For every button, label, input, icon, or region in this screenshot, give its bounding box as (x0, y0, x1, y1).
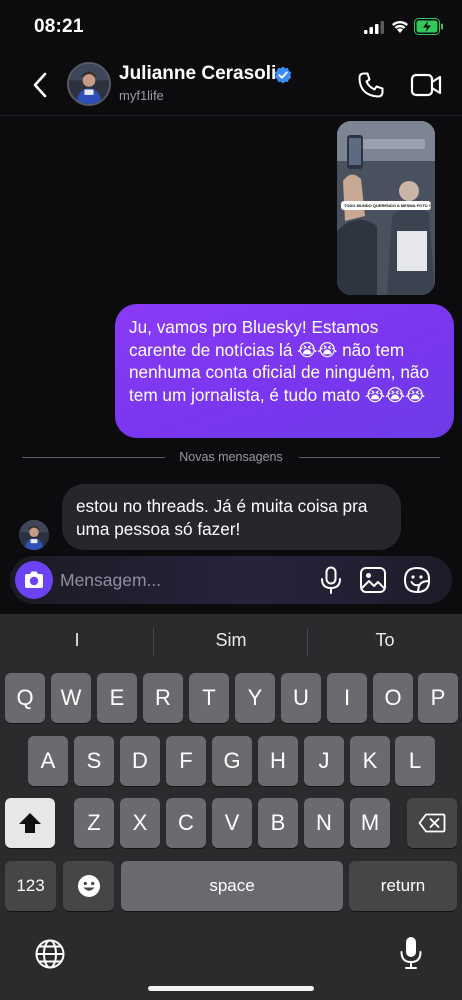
numbers-key-label: 123 (16, 876, 45, 895)
key-b[interactable]: B (258, 798, 298, 848)
camera-icon (25, 571, 43, 588)
emoji-key[interactable] (63, 861, 114, 911)
camera-button[interactable] (15, 561, 53, 599)
microphone-icon (321, 566, 341, 594)
return-key[interactable]: return (349, 861, 457, 911)
key-d[interactable]: D (120, 736, 160, 786)
suggestion-1[interactable]: I (0, 630, 154, 651)
space-key-label: space (209, 876, 255, 895)
suggestion-2[interactable]: Sim (154, 630, 308, 651)
cellular-signal-icon (364, 21, 384, 34)
home-indicator[interactable] (148, 986, 314, 991)
key-y[interactable]: Y (235, 673, 275, 723)
chat-header: Julianne Cerasoli myf1life (0, 54, 462, 116)
key-m[interactable]: M (350, 798, 390, 848)
contact-handle: myf1life (119, 88, 164, 103)
contact-name[interactable]: Julianne Cerasoli (119, 63, 276, 85)
gallery-button[interactable] (359, 566, 387, 594)
backspace-icon (418, 813, 446, 833)
key-w[interactable]: W (51, 673, 91, 723)
key-h[interactable]: H (258, 736, 298, 786)
key-n[interactable]: N (304, 798, 344, 848)
back-button[interactable] (26, 68, 54, 102)
phone-icon (358, 72, 384, 98)
key-i[interactable]: I (327, 673, 367, 723)
status-time: 08:21 (34, 16, 84, 37)
shared-photo-message[interactable]: TODO MUNDO QUERENDO A MESMA FOTO 😂 (337, 121, 435, 295)
key-t[interactable]: T (189, 673, 229, 723)
message-composer (10, 556, 452, 604)
message-input[interactable] (60, 562, 310, 598)
key-q[interactable]: Q (5, 673, 45, 723)
numbers-key[interactable]: 123 (5, 861, 56, 911)
divider-line (299, 457, 440, 458)
key-u[interactable]: U (281, 673, 321, 723)
key-a[interactable]: A (28, 736, 68, 786)
key-c[interactable]: C (166, 798, 206, 848)
outgoing-message-bubble[interactable]: Ju, vamos pro Bluesky! Estamos carente d… (115, 304, 454, 438)
key-f[interactable]: F (166, 736, 206, 786)
shift-icon (19, 813, 41, 833)
sender-avatar[interactable] (19, 520, 49, 550)
voice-message-button[interactable] (318, 566, 344, 594)
shift-key[interactable] (5, 798, 55, 848)
audio-call-button[interactable] (356, 70, 386, 100)
space-key[interactable]: space (121, 861, 343, 911)
emoji-icon (77, 875, 100, 897)
key-k[interactable]: K (350, 736, 390, 786)
globe-button[interactable] (34, 938, 66, 970)
new-messages-divider: Novas mensagens (22, 448, 440, 468)
verified-badge-icon (274, 66, 292, 84)
key-l[interactable]: L (395, 736, 435, 786)
key-j[interactable]: J (304, 736, 344, 786)
key-s[interactable]: S (74, 736, 114, 786)
wifi-icon (392, 20, 408, 33)
photo-caption: TODO MUNDO QUERENDO A MESMA FOTO 😂 (341, 201, 431, 210)
key-o[interactable]: O (373, 673, 413, 723)
video-call-button[interactable] (410, 71, 442, 99)
key-p[interactable]: P (418, 673, 458, 723)
sticker-icon (403, 566, 430, 594)
key-g[interactable]: G (212, 736, 252, 786)
key-e[interactable]: E (97, 673, 137, 723)
key-x[interactable]: X (120, 798, 160, 848)
chevron-left-icon (33, 72, 47, 98)
key-r[interactable]: R (143, 673, 183, 723)
avatar-image (69, 64, 109, 104)
dictation-button[interactable] (399, 936, 423, 970)
suggestion-3[interactable]: To (308, 630, 462, 651)
suggestion-bar: I Sim To (0, 614, 462, 670)
delete-key[interactable] (407, 798, 457, 848)
microphone-icon (400, 937, 422, 969)
return-key-label: return (380, 876, 426, 895)
battery-charging-icon (414, 18, 443, 35)
image-gallery-icon (360, 567, 386, 593)
contact-avatar[interactable] (67, 62, 111, 106)
globe-icon (35, 939, 65, 969)
incoming-message-bubble[interactable]: estou no threads. Já é muita coisa pra u… (62, 484, 401, 550)
status-bar: 08:21 (0, 0, 462, 54)
avatar-image (19, 520, 49, 550)
key-z[interactable]: Z (74, 798, 114, 848)
video-camera-icon (410, 73, 442, 97)
sticker-button[interactable] (403, 566, 431, 594)
keyboard: I Sim To Q W E R T Y U I O P A S D F G H… (0, 614, 462, 1000)
key-v[interactable]: V (212, 798, 252, 848)
